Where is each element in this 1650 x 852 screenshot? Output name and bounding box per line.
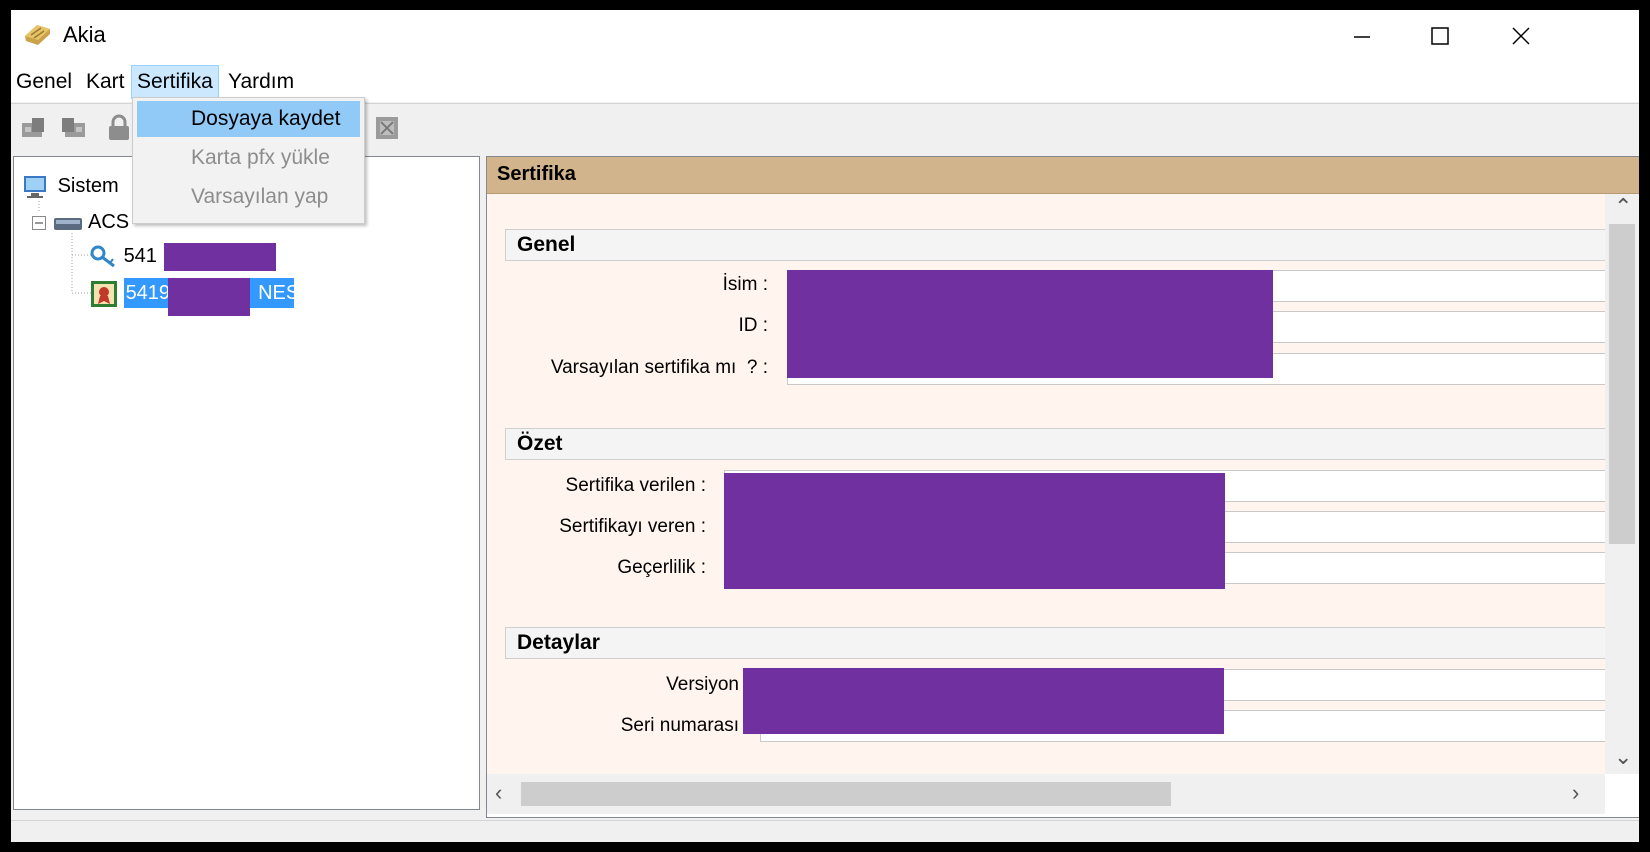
lock-icon[interactable] (105, 114, 133, 142)
redaction-block (724, 473, 1225, 589)
horizontal-scrollbar[interactable]: ‹ › (487, 774, 1605, 814)
horizontal-scroll-thumb[interactable] (521, 782, 1171, 806)
menu-item-varsayilan-yap[interactable]: Varsayılan yap (137, 179, 360, 215)
menu-item-dosyaya-kaydet[interactable]: Dosyaya kaydet (137, 101, 360, 137)
menu-bar: Genel Kart Sertifika Yardım (11, 62, 1639, 102)
close-icon (1512, 27, 1530, 45)
certificate-icon (91, 280, 117, 307)
tree-label-cert-suffix: NES0 (258, 282, 311, 304)
section-ozet-title: Özet (517, 432, 563, 455)
section-detaylar-header: Detaylar (505, 627, 1605, 659)
panel-header: Sertifika (487, 157, 1639, 194)
collapse-toggle-icon[interactable] (32, 215, 46, 230)
vertical-scrollbar[interactable]: ⌃ ⌄ (1605, 194, 1639, 774)
certificate-details-panel: Sertifika Genel İsim : ID : Varsayılan s… (486, 156, 1639, 818)
computer-icon (24, 175, 46, 198)
redaction-block (743, 668, 1224, 734)
menu-yardim[interactable]: Yardım (223, 66, 299, 98)
scroll-right-icon[interactable]: › (1572, 780, 1579, 806)
maximize-button[interactable] (1406, 10, 1474, 62)
menu-genel[interactable]: Genel (11, 66, 77, 98)
title-bar: Akia (11, 10, 1639, 62)
redaction-block (168, 278, 250, 316)
details-scroll-area[interactable]: Genel İsim : ID : Varsayılan sertifika m… (487, 194, 1605, 774)
label-sertifikayi-veren: Sertifikayı veren : (559, 516, 706, 537)
app-window: Akia Genel Kart Sertifika Yardım Sistem … (11, 10, 1639, 842)
label-sertifika-verilen: Sertifika verilen : (565, 475, 706, 496)
minimize-icon (1354, 36, 1370, 38)
label-versiyon: Versiyon (666, 674, 739, 695)
minimize-button[interactable] (1328, 10, 1396, 62)
tree-label-sistem: Sistem (57, 175, 119, 197)
redaction-block (164, 243, 276, 271)
close-button[interactable] (1487, 10, 1555, 62)
section-genel-title: Genel (517, 233, 576, 256)
menu-item-dosyaya-kaydet-label: Dosyaya kaydet (191, 107, 341, 130)
scroll-up-icon[interactable]: ⌃ (1614, 194, 1632, 220)
menu-kart[interactable]: Kart (81, 66, 130, 98)
scroll-down-icon[interactable]: ⌄ (1614, 744, 1632, 770)
panel-header-title: Sertifika (497, 163, 576, 185)
section-ozet-header: Özet (505, 428, 1605, 460)
section-detaylar-title: Detaylar (517, 631, 600, 654)
tree-item-sistem[interactable]: Sistem (22, 171, 119, 201)
vertical-scroll-thumb[interactable] (1609, 224, 1635, 544)
label-varsayilan: Varsayılan sertifika mı ? : (550, 357, 768, 378)
menu-item-varsayilan-yap-label: Varsayılan yap (191, 185, 329, 208)
maximize-icon (1431, 27, 1449, 45)
card-in-icon[interactable] (19, 114, 47, 142)
tree-label-key-prefix: 541 (123, 245, 157, 267)
label-gecerlilik: Geçerlilik : (617, 557, 706, 578)
window-title: Akia (63, 22, 106, 47)
label-id: ID : (738, 315, 768, 336)
tree-item-acs[interactable]: ACS (32, 207, 129, 237)
sertifika-dropdown-menu: Dosyaya kaydet Karta pfx yükle Varsayıla… (132, 97, 365, 224)
menu-item-karta-pfx-yukle-label: Karta pfx yükle (191, 146, 330, 169)
tree-view[interactable]: Sistem ACS 5410 5419NES0 (13, 156, 480, 810)
tree-label-acs: ACS (88, 211, 130, 233)
card-reader-icon (53, 217, 82, 230)
tree-label-cert-prefix: 5419 (125, 282, 171, 304)
certificate-toolbar-icon[interactable] (373, 114, 401, 142)
menu-sertifika[interactable]: Sertifika (131, 65, 219, 99)
status-bar (11, 820, 1639, 842)
app-logo-icon (25, 25, 50, 45)
menu-item-karta-pfx-yukle[interactable]: Karta pfx yükle (137, 140, 360, 176)
section-genel-header: Genel (505, 229, 1605, 261)
redaction-block (787, 270, 1273, 378)
card-out-icon[interactable] (60, 114, 88, 142)
key-icon (90, 245, 115, 267)
label-isim: İsim : (722, 274, 768, 295)
scroll-left-icon[interactable]: ‹ (495, 780, 502, 806)
label-seri-numarasi: Seri numarası (620, 715, 739, 736)
